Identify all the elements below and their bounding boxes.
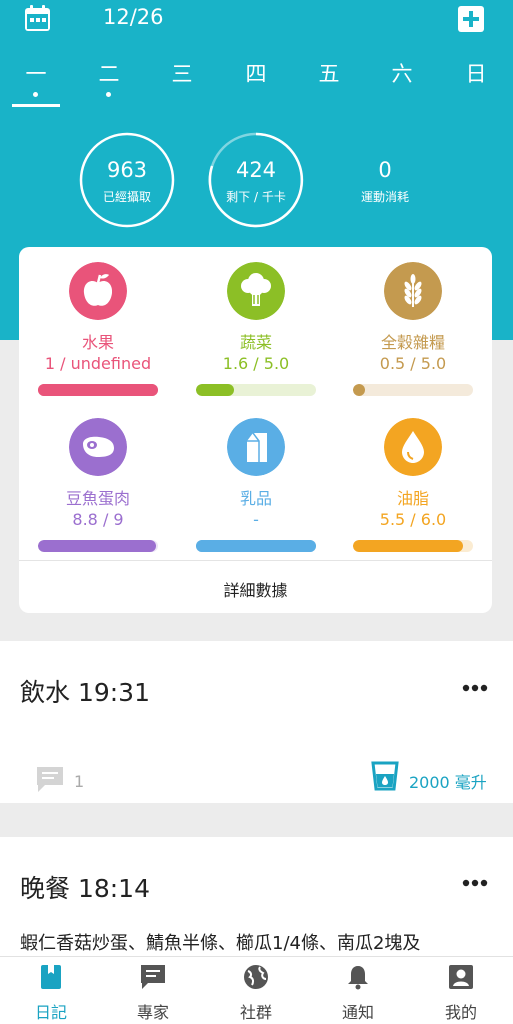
weekday-selector: 一 二 三 四 五 六 日 bbox=[0, 58, 513, 110]
weekday-tab[interactable]: 二 bbox=[89, 58, 129, 97]
header: 12/26 bbox=[0, 0, 513, 40]
active-day-underline bbox=[12, 104, 60, 107]
entry-dot bbox=[106, 92, 111, 97]
water-glass-icon bbox=[371, 761, 399, 791]
food-group-value: 0.5 / 5.0 bbox=[379, 354, 447, 373]
calories-consumed: 963 已經攝取 bbox=[79, 132, 175, 228]
comment-icon[interactable] bbox=[35, 765, 65, 793]
nav-label: 專家 bbox=[136, 1003, 169, 1022]
progress-bar bbox=[196, 384, 316, 396]
details-button[interactable]: 詳細數據 bbox=[19, 577, 492, 601]
add-icon[interactable] bbox=[458, 6, 484, 32]
weekday-label: 二 bbox=[98, 62, 120, 86]
weekday-label: 三 bbox=[171, 62, 193, 86]
food-group-value: 1 / undefined bbox=[44, 354, 152, 373]
weekday-label: 日 bbox=[465, 62, 487, 86]
stat-value: 0 bbox=[378, 158, 392, 182]
food-group-name: 水果 bbox=[81, 333, 114, 352]
entry-dot bbox=[33, 92, 38, 97]
food-group-value: - bbox=[253, 510, 259, 529]
profile-icon bbox=[449, 965, 473, 989]
nav-profile[interactable]: 我的 bbox=[410, 957, 512, 1024]
more-options-icon[interactable] bbox=[462, 879, 488, 887]
broccoli-icon bbox=[227, 262, 285, 320]
dinner-entry[interactable]: 晚餐 18:14 蝦仁香菇炒蛋、鯖魚半條、櫛瓜1/4條、南瓜2塊及 bbox=[0, 837, 513, 956]
stat-label: 已經攝取 bbox=[102, 190, 151, 204]
nav-community[interactable]: 社群 bbox=[205, 957, 307, 1024]
food-group-protein[interactable]: 豆魚蛋肉 8.8 / 9 bbox=[19, 403, 177, 553]
food-group-card: 水果 1 / undefined 蔬菜 1.6 / 5.0 全穀雜糧 0.5 /… bbox=[19, 247, 492, 613]
stat-value: 963 bbox=[106, 158, 148, 182]
progress-bar bbox=[38, 384, 158, 396]
food-group-value: 8.8 / 9 bbox=[72, 510, 124, 529]
nav-label: 日記 bbox=[34, 1003, 67, 1022]
stat-value: 424 bbox=[235, 158, 277, 182]
progress-fill bbox=[38, 384, 158, 396]
weekday-label: 四 bbox=[245, 62, 267, 86]
food-group-dairy[interactable]: 乳品 - bbox=[177, 403, 335, 553]
entry-title: 晚餐 18:14 bbox=[20, 874, 150, 903]
food-group-grains[interactable]: 全穀雜糧 0.5 / 5.0 bbox=[334, 247, 492, 397]
comment-count: 1 bbox=[74, 772, 85, 791]
calories-remaining: 424 剩下 / 千卡 bbox=[208, 132, 304, 228]
entry-description: 蝦仁香菇炒蛋、鯖魚半條、櫛瓜1/4條、南瓜2塊及 bbox=[20, 933, 421, 954]
water-amount: 2000 毫升 bbox=[409, 773, 487, 792]
progress-fill bbox=[353, 384, 365, 396]
progress-fill bbox=[196, 540, 316, 552]
progress-bar bbox=[353, 540, 473, 552]
food-group-name: 油脂 bbox=[396, 489, 429, 508]
food-group-fruit[interactable]: 水果 1 / undefined bbox=[19, 247, 177, 397]
weekday-label: 六 bbox=[391, 62, 413, 86]
entry-title: 飲水 19:31 bbox=[20, 678, 150, 707]
food-group-name: 豆魚蛋肉 bbox=[65, 489, 130, 508]
progress-fill bbox=[196, 384, 235, 396]
weekday-tab[interactable]: 六 bbox=[382, 58, 422, 88]
food-group-vegetables[interactable]: 蔬菜 1.6 / 5.0 bbox=[177, 247, 335, 397]
current-date[interactable]: 12/26 bbox=[103, 5, 164, 29]
nav-label: 通知 bbox=[341, 1003, 374, 1022]
weekday-tab[interactable]: 三 bbox=[162, 58, 202, 88]
weekday-label: 一 bbox=[25, 62, 47, 86]
nav-notifications[interactable]: 通知 bbox=[307, 957, 409, 1024]
divider bbox=[19, 560, 492, 561]
weekday-tab[interactable]: 一 bbox=[12, 58, 60, 107]
meat-icon bbox=[69, 418, 127, 476]
nav-label: 我的 bbox=[444, 1003, 477, 1022]
bottom-navigation: 日記 專家 社群 通知 我的 bbox=[0, 956, 513, 1024]
progress-fill bbox=[353, 540, 464, 552]
bell-icon bbox=[348, 966, 368, 990]
weekday-tab[interactable]: 五 bbox=[309, 58, 349, 88]
apple-icon bbox=[69, 262, 127, 320]
stat-label: 運動消耗 bbox=[360, 190, 409, 204]
progress-bar bbox=[196, 540, 316, 552]
food-group-oils[interactable]: 油脂 5.5 / 6.0 bbox=[334, 403, 492, 553]
calories-burned: 0 運動消耗 bbox=[337, 132, 433, 228]
stat-label: 剩下 / 千卡 bbox=[226, 190, 286, 204]
globe-icon bbox=[244, 965, 268, 989]
progress-bar bbox=[353, 384, 473, 396]
food-group-name: 蔬菜 bbox=[239, 333, 272, 352]
weekday-tab[interactable]: 日 bbox=[456, 58, 496, 88]
diary-icon bbox=[41, 965, 61, 989]
food-group-value: 5.5 / 6.0 bbox=[379, 510, 447, 529]
food-group-name: 乳品 bbox=[239, 489, 272, 508]
calendar-icon[interactable] bbox=[24, 5, 51, 32]
water-entry[interactable]: 飲水 19:31 1 2000 毫升 bbox=[0, 641, 513, 803]
nav-diary[interactable]: 日記 bbox=[0, 957, 102, 1024]
more-options-icon[interactable] bbox=[462, 684, 488, 692]
nav-label: 社群 bbox=[239, 1003, 272, 1022]
nav-experts[interactable]: 專家 bbox=[102, 957, 204, 1024]
oil-drop-icon bbox=[384, 418, 442, 476]
weekday-tab[interactable]: 四 bbox=[236, 58, 276, 88]
wheat-icon bbox=[384, 262, 442, 320]
milk-icon bbox=[227, 418, 285, 476]
food-group-name: 全穀雜糧 bbox=[380, 333, 445, 352]
progress-fill bbox=[38, 540, 156, 552]
progress-bar bbox=[38, 540, 158, 552]
food-group-value: 1.6 / 5.0 bbox=[222, 354, 290, 373]
chat-icon bbox=[141, 965, 165, 989]
weekday-label: 五 bbox=[318, 62, 340, 86]
